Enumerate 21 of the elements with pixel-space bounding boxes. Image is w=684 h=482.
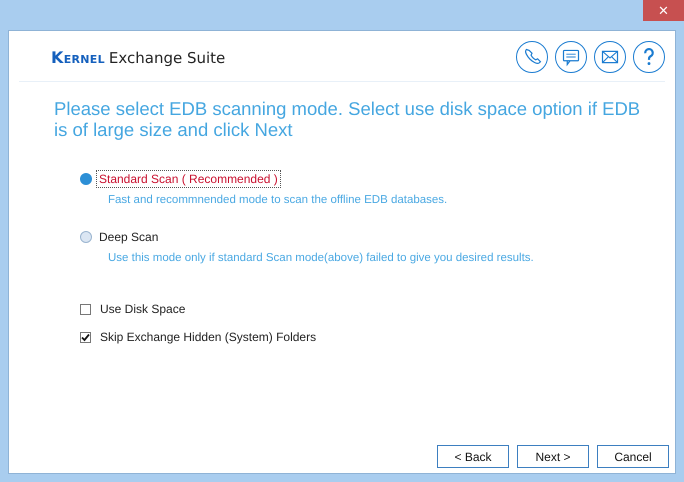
instruction-heading: Please select EDB scanning mode. Select use disk space option if EDB is of large size and click Next [54,98,642,140]
close-button[interactable]: × [643,0,684,21]
radio-button[interactable] [80,231,92,243]
help-icon[interactable] [633,41,665,73]
radio-label[interactable]: Deep Scan [96,228,162,246]
next-button[interactable]: Next > [517,445,589,468]
cancel-button[interactable]: Cancel [597,445,669,468]
radio-label[interactable]: Standard Scan ( Recommended ) [96,170,281,188]
mail-icon[interactable] [594,41,626,73]
radio-button[interactable] [80,173,92,185]
phone-icon[interactable] [516,41,548,73]
logo-product: Exchange Suite [108,48,226,66]
checkbox[interactable] [80,304,91,314]
mode-description: Fast and recommnended mode to scan the offline EDB databases. [108,194,448,206]
mode-description: Use this mode only if standard Scan mode(above) failed to give you desired results. [108,252,535,264]
back-button[interactable]: < Back [437,445,509,468]
checkbox[interactable] [80,332,91,342]
logo-brand: Kernel [51,48,105,66]
checkbox-label[interactable]: Use Disk Space [100,302,186,316]
checkbox-label[interactable]: Skip Exchange Hidden (System) Folders [100,330,316,344]
chat-icon[interactable] [555,41,587,73]
